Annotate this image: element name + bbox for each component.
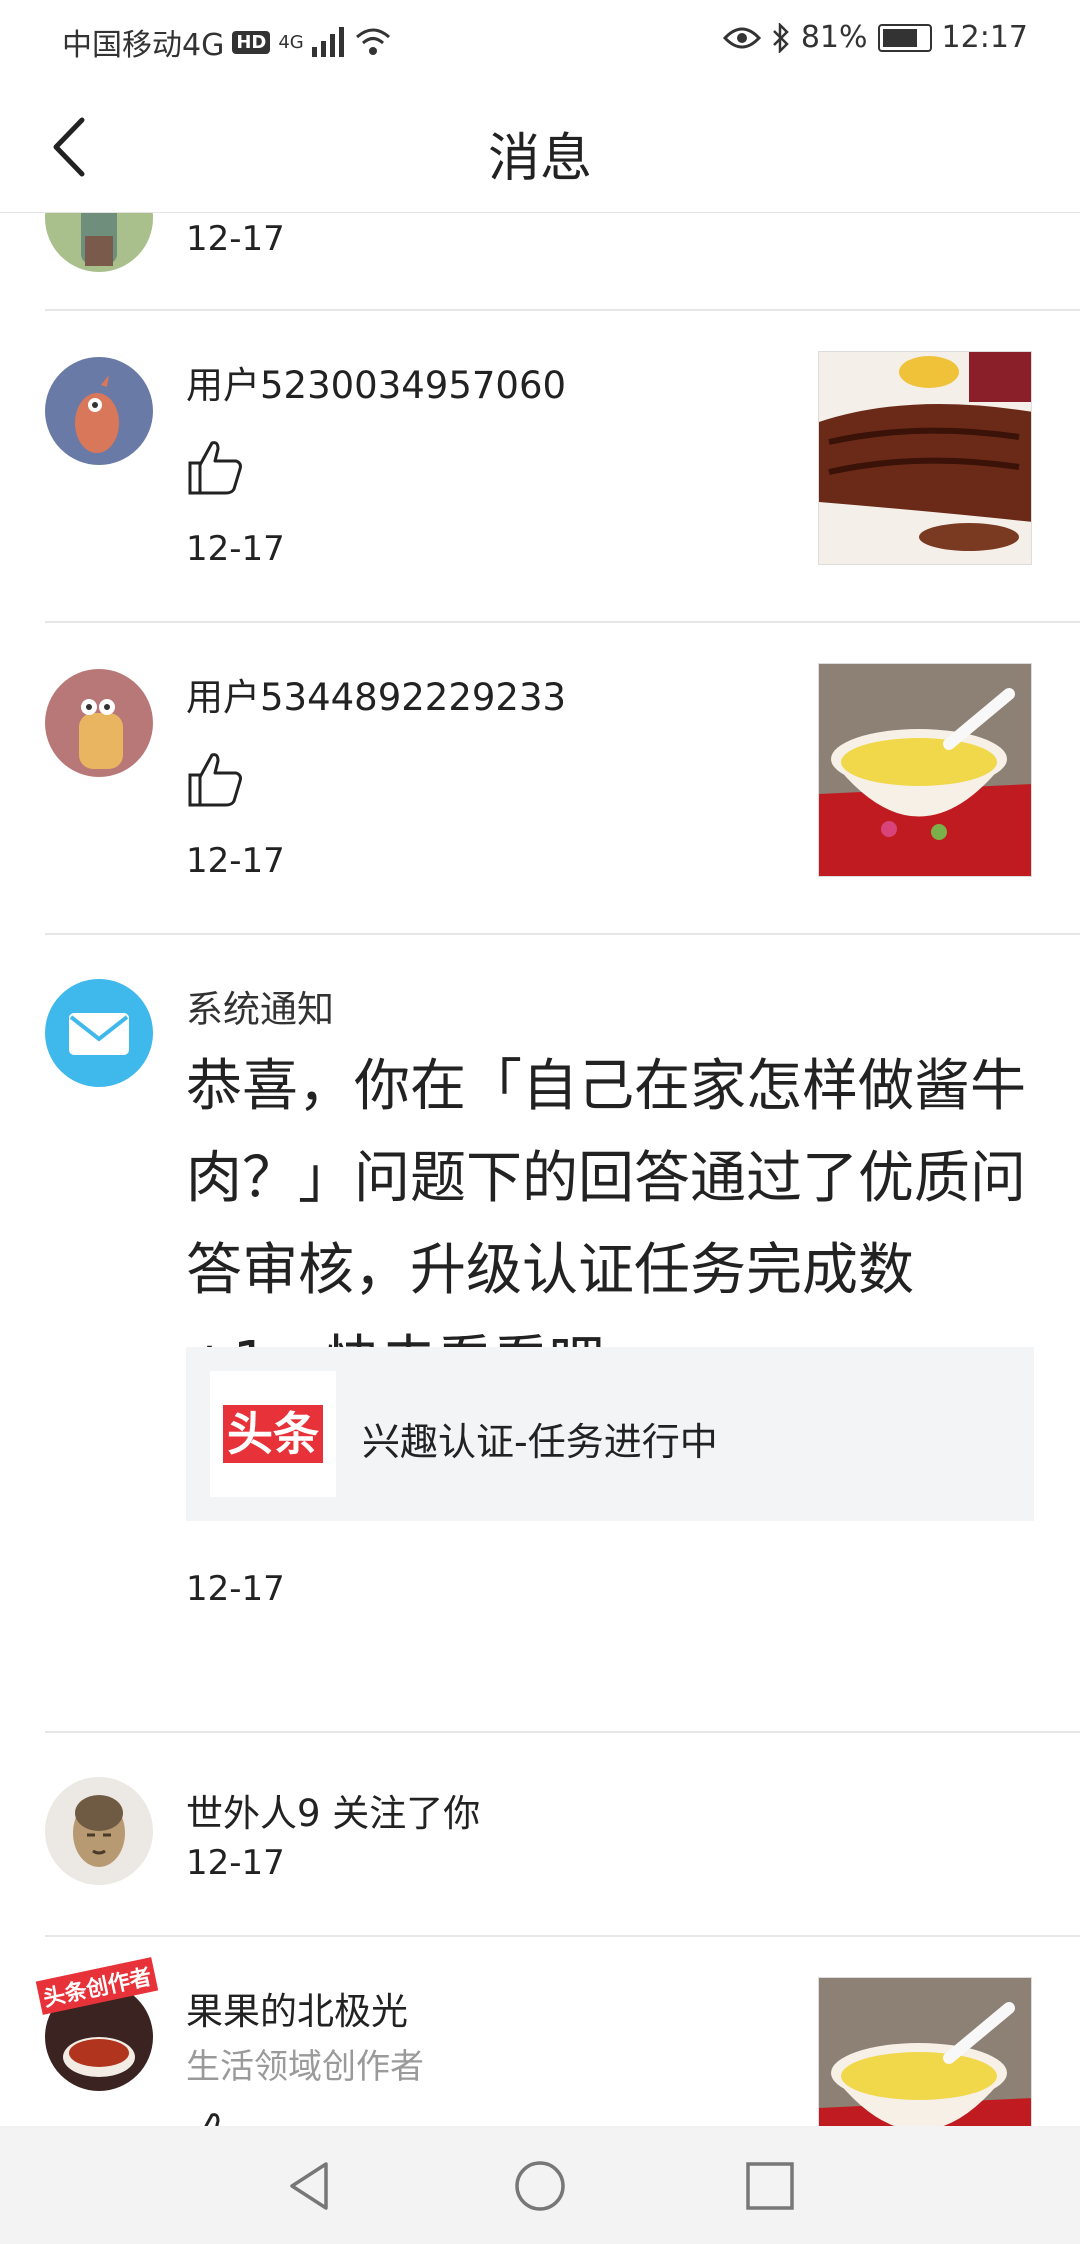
username[interactable]: 用户5230034957060 <box>186 355 566 409</box>
item-date: 12-17 <box>186 529 285 569</box>
nav-recents-icon[interactable] <box>740 2156 800 2216</box>
system-label: 系统通知 <box>186 988 334 1031</box>
item-date: 12-17 <box>186 841 285 881</box>
avatar-illustration <box>79 699 123 769</box>
list-item[interactable]: 世外人9 关注了你 12-17 <box>0 1733 1080 1937</box>
battery-icon <box>877 23 932 52</box>
clock: 12:17 <box>941 20 1028 55</box>
signal-icon <box>311 27 344 57</box>
nav-home-icon[interactable] <box>510 2156 570 2216</box>
list-item[interactable]: 用户5344892229233 12-17 <box>0 623 1080 935</box>
creator-field: 生活领域创作者 <box>186 2047 424 2087</box>
item-date: 12-17 <box>186 219 285 259</box>
page-title: 消息 <box>487 129 592 189</box>
message-list[interactable]: 12-17 用户5230034957060 12-17 用户5344892229… <box>0 213 1080 2126</box>
like-icon <box>188 441 242 495</box>
avatar-illustration <box>81 213 117 266</box>
username[interactable]: 果果的北极光 <box>186 1981 408 2035</box>
list-item[interactable]: 用户5230034957060 12-17 <box>0 311 1080 623</box>
avatar <box>45 979 153 1087</box>
item-date: 12-17 <box>186 1569 285 1609</box>
battery-percent: 81% <box>800 20 868 55</box>
bluetooth-icon <box>772 22 789 53</box>
follow-text[interactable]: 世外人9 关注了你 <box>186 1783 480 1837</box>
status-bar: 中国移动4G HD 4G 81% 12:17 <box>0 0 1080 80</box>
steak-image <box>819 352 1031 564</box>
mail-icon <box>69 1013 129 1055</box>
post-thumbnail[interactable] <box>818 351 1032 565</box>
avatar[interactable] <box>45 1777 153 1885</box>
card-text: 兴趣认证-任务进行中 <box>362 1420 718 1464</box>
list-item[interactable]: 12-17 <box>0 213 1080 311</box>
post-thumbnail[interactable] <box>818 663 1032 877</box>
avatar-illustration <box>73 1795 125 1867</box>
eye-icon <box>722 27 761 48</box>
wifi-icon <box>355 28 390 55</box>
toutiao-logo-text: 头条 <box>223 1404 323 1464</box>
avatar[interactable] <box>45 669 153 777</box>
hd-badge: HD <box>232 30 271 54</box>
like-icon <box>204 2113 220 2126</box>
status-right: 81% 12:17 <box>722 20 1028 55</box>
toutiao-card[interactable]: 头条 兴趣认证-任务进行中 <box>186 1347 1034 1521</box>
username[interactable]: 用户5344892229233 <box>186 667 566 721</box>
porridge-image <box>819 664 1031 876</box>
post-thumbnail[interactable] <box>818 1977 1032 2126</box>
avatar[interactable] <box>45 213 153 272</box>
toutiao-logo: 头条 <box>210 1371 336 1497</box>
battery-level <box>882 28 917 47</box>
porridge-image <box>819 1978 1031 2126</box>
system-nav-bar <box>0 2126 1080 2244</box>
header-bar: 消息 <box>0 80 1080 213</box>
avatar[interactable] <box>45 357 153 465</box>
nav-back-icon[interactable] <box>280 2156 340 2216</box>
system-notice[interactable]: 系统通知 恭喜，你在「自己在家怎样做酱牛肉？」问题下的回答通过了优质问答审核，升… <box>0 935 1080 1733</box>
like-icon <box>188 753 242 807</box>
item-date: 12-17 <box>186 1843 285 1883</box>
list-item[interactable]: 头条创作者 果果的北极光 生活领域创作者 <box>0 1937 1080 2126</box>
avatar-illustration <box>75 375 119 453</box>
carrier-text: 中国移动4G <box>62 28 225 63</box>
network-type: 4G <box>278 31 304 53</box>
status-left: 中国移动4G HD 4G <box>62 20 392 64</box>
